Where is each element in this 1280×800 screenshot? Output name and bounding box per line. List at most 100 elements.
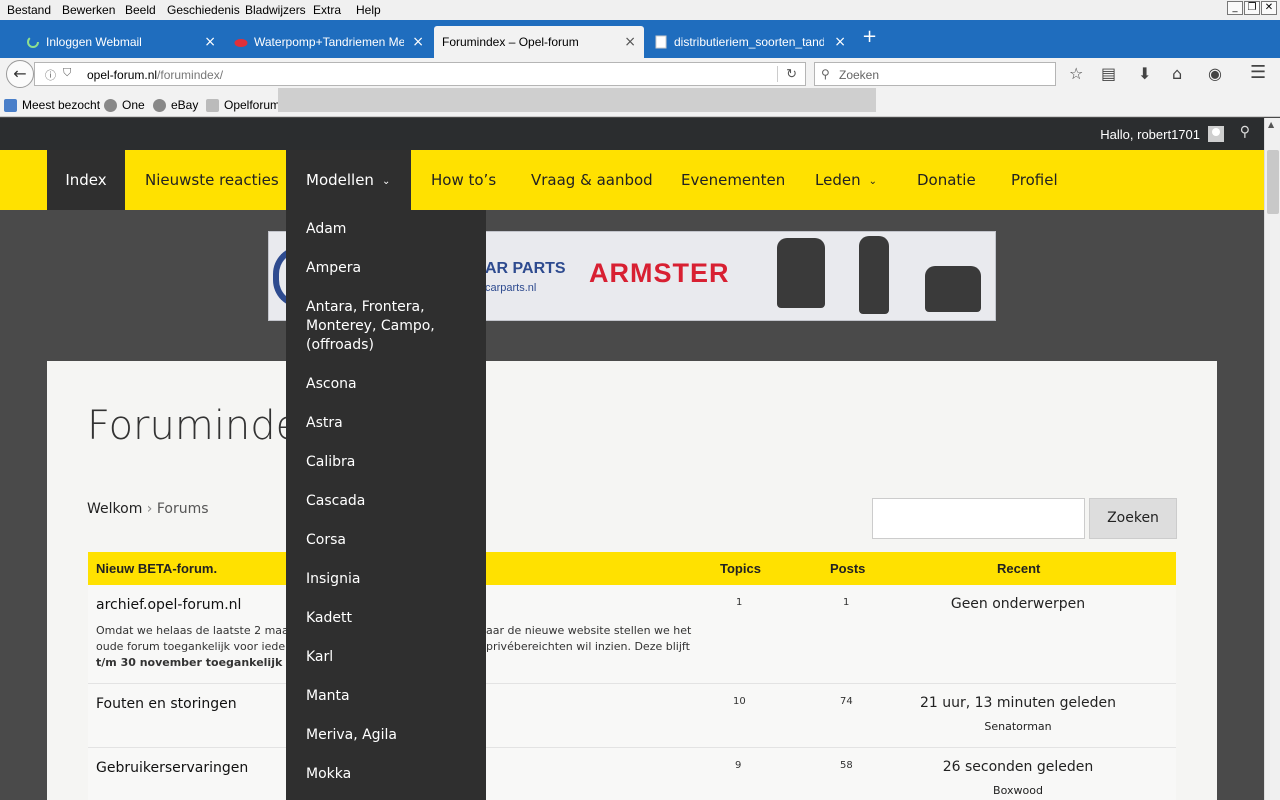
pocket-icon[interactable]: ◉ <box>1208 64 1222 83</box>
scroll-thumb[interactable] <box>1267 150 1279 214</box>
menu-item-adam[interactable]: Adam <box>306 220 476 239</box>
menu-beeld[interactable]: Beeld <box>125 3 156 17</box>
hamburger-menu-icon[interactable]: ☰ <box>1250 62 1266 83</box>
menu-item-antara[interactable]: Antara, Frontera, Monterey, Campo, (offr… <box>306 298 476 355</box>
menu-item-calibra[interactable]: Calibra <box>306 453 476 472</box>
recent-user[interactable]: Senatorman <box>908 720 1128 733</box>
search-placeholder: Zoeken <box>839 68 880 82</box>
nav-evenementen[interactable]: Evenementen <box>681 150 785 210</box>
reload-icon[interactable]: ↻ <box>777 66 797 82</box>
document-favicon-icon <box>655 35 667 49</box>
navigation-bar: ← ⓘ ⛉ opel-forum.nl/forumindex/ ↻ ⚲ Zoek… <box>0 58 1280 90</box>
menu-item-ampera[interactable]: Ampera <box>306 259 476 278</box>
banner-brand: ARMSTER <box>589 258 730 288</box>
bookmark-label: eBay <box>171 98 199 112</box>
tab-bar: Inloggen Webmail × Waterpomp+Tandriemen … <box>0 20 1280 58</box>
menu-bladwijzers[interactable]: Bladwijzers <box>245 3 306 17</box>
nav-profiel[interactable]: Profiel <box>1011 150 1058 210</box>
tab-close-icon[interactable]: × <box>624 34 636 50</box>
bookmark-one[interactable]: One <box>104 98 145 112</box>
menu-bestand[interactable]: Bestand <box>7 3 51 17</box>
close-window-icon[interactable]: ✕ <box>1261 1 1277 15</box>
home-icon[interactable]: ⌂ <box>1172 64 1182 83</box>
desc-line: aar de nieuwe website stellen we het <box>486 624 692 637</box>
banner-carparts-text: AR PARTS <box>485 260 566 277</box>
armrest-image-icon <box>777 238 825 308</box>
menu-item-manta[interactable]: Manta <box>306 687 476 706</box>
nav-label: Modellen <box>306 171 374 189</box>
loading-icon <box>27 36 39 48</box>
main-navigation: Index Nieuwste reacties Modellen ⌄ How to… <box>0 150 1264 210</box>
breadcrumb-home[interactable]: Welkom <box>87 501 142 517</box>
shield-icon[interactable]: ⛉ <box>63 67 71 80</box>
menu-help[interactable]: Help <box>356 3 381 17</box>
bookmark-folder-icon <box>4 98 17 112</box>
menu-geschiedenis[interactable]: Geschiedenis <box>167 3 240 17</box>
restore-icon[interactable]: ❐ <box>1244 1 1260 15</box>
search-input[interactable]: ⚲ Zoeken <box>814 62 1056 86</box>
topic-count: 1 <box>736 597 743 608</box>
forum-search-button[interactable]: Zoeken <box>1089 498 1177 539</box>
menu-item-ascona[interactable]: Ascona <box>306 375 476 394</box>
forum-search-input[interactable] <box>872 498 1085 539</box>
forum-name[interactable]: archief.opel-forum.nl <box>96 597 241 613</box>
bookmark-opelforum[interactable]: Opelforum <box>206 98 280 112</box>
user-greeting[interactable]: Hallo, robert1701 <box>1100 127 1200 142</box>
car-favicon-icon <box>234 39 248 47</box>
nav-vraag-aanbod[interactable]: Vraag & aanbod <box>531 150 653 210</box>
url-bar[interactable]: ⓘ ⛉ opel-forum.nl/forumindex/ ↻ <box>34 62 806 86</box>
menu-bewerken[interactable]: Bewerken <box>62 3 115 17</box>
nav-index[interactable]: Index <box>47 150 125 210</box>
new-tab-button[interactable]: + <box>862 26 877 47</box>
nav-donatie[interactable]: Donatie <box>917 150 976 210</box>
bookmark-label: Meest bezocht <box>22 98 101 112</box>
recent-user[interactable]: Boxwood <box>908 784 1128 797</box>
forum-table-header: Nieuw BETA-forum. Topics Posts Recent <box>88 552 1176 585</box>
search-icon: ⚲ <box>821 67 830 81</box>
tab-close-icon[interactable]: × <box>834 34 846 50</box>
nav-how-tos[interactable]: How to’s <box>431 150 496 210</box>
menu-item-karl[interactable]: Karl <box>306 648 476 667</box>
topic-count: 9 <box>735 760 742 771</box>
tab-waterpomp[interactable]: Waterpomp+Tandriemen Met... × <box>226 26 432 58</box>
forum-name[interactable]: Gebruikerservaringen <box>96 760 248 776</box>
minimize-icon[interactable]: _ <box>1227 1 1243 15</box>
avatar[interactable] <box>1208 126 1224 142</box>
tab-close-icon[interactable]: × <box>412 34 424 50</box>
menu-item-meriva[interactable]: Meriva, Agila <box>306 726 476 745</box>
menu-extra[interactable]: Extra <box>313 3 341 17</box>
url-host: opel-forum.nl <box>87 68 158 82</box>
search-icon[interactable]: ⚲ <box>1240 124 1250 140</box>
forum-name[interactable]: Fouten en storingen <box>96 696 237 712</box>
reading-list-icon[interactable]: ▤ <box>1101 64 1116 83</box>
tab-webmail[interactable]: Inloggen Webmail × <box>18 26 224 58</box>
header-posts: Posts <box>830 561 866 576</box>
post-count: 74 <box>840 696 853 707</box>
scroll-up-icon[interactable]: ▲ <box>1268 120 1274 129</box>
menu-item-cascada[interactable]: Cascada <box>306 492 476 511</box>
download-icon[interactable]: ⬇ <box>1138 64 1151 83</box>
page-scrollbar[interactable]: ▲ <box>1264 118 1280 800</box>
menu-item-astra[interactable]: Astra <box>306 414 476 433</box>
menu-item-insignia[interactable]: Insignia <box>306 570 476 589</box>
nav-nieuwste-reacties[interactable]: Nieuwste reacties <box>145 150 279 210</box>
tab-forumindex[interactable]: Forumindex – Opel-forum × <box>434 26 644 58</box>
info-icon[interactable]: ⓘ <box>45 67 56 83</box>
bookmark-star-icon[interactable]: ☆ <box>1069 64 1083 83</box>
nav-leden[interactable]: Leden ⌄ <box>815 150 877 210</box>
bookmark-ebay[interactable]: eBay <box>153 98 198 112</box>
breadcrumb: Welkom › Forums <box>87 501 209 517</box>
menu-item-corsa[interactable]: Corsa <box>306 531 476 550</box>
globe-icon <box>104 98 117 112</box>
modellen-dropdown-menu: Adam Ampera Antara, Frontera, Monterey, … <box>286 210 486 800</box>
menu-item-kadett[interactable]: Kadett <box>306 609 476 628</box>
tab-close-icon[interactable]: × <box>204 34 216 50</box>
tab-distributieriem[interactable]: distributieriem_soorten_tand... × <box>646 26 854 58</box>
recent-activity[interactable]: 21 uur, 13 minuten geleden <box>908 695 1128 711</box>
bookmark-meest-bezocht[interactable]: Meest bezocht <box>4 98 100 112</box>
menu-item-mokka[interactable]: Mokka <box>306 765 476 784</box>
back-button[interactable]: ← <box>6 60 34 88</box>
site-top-strip: Hallo, robert1701 ⚲ <box>0 118 1264 150</box>
nav-modellen[interactable]: Modellen ⌄ <box>286 150 411 210</box>
recent-activity[interactable]: 26 seconden geleden <box>908 759 1128 775</box>
